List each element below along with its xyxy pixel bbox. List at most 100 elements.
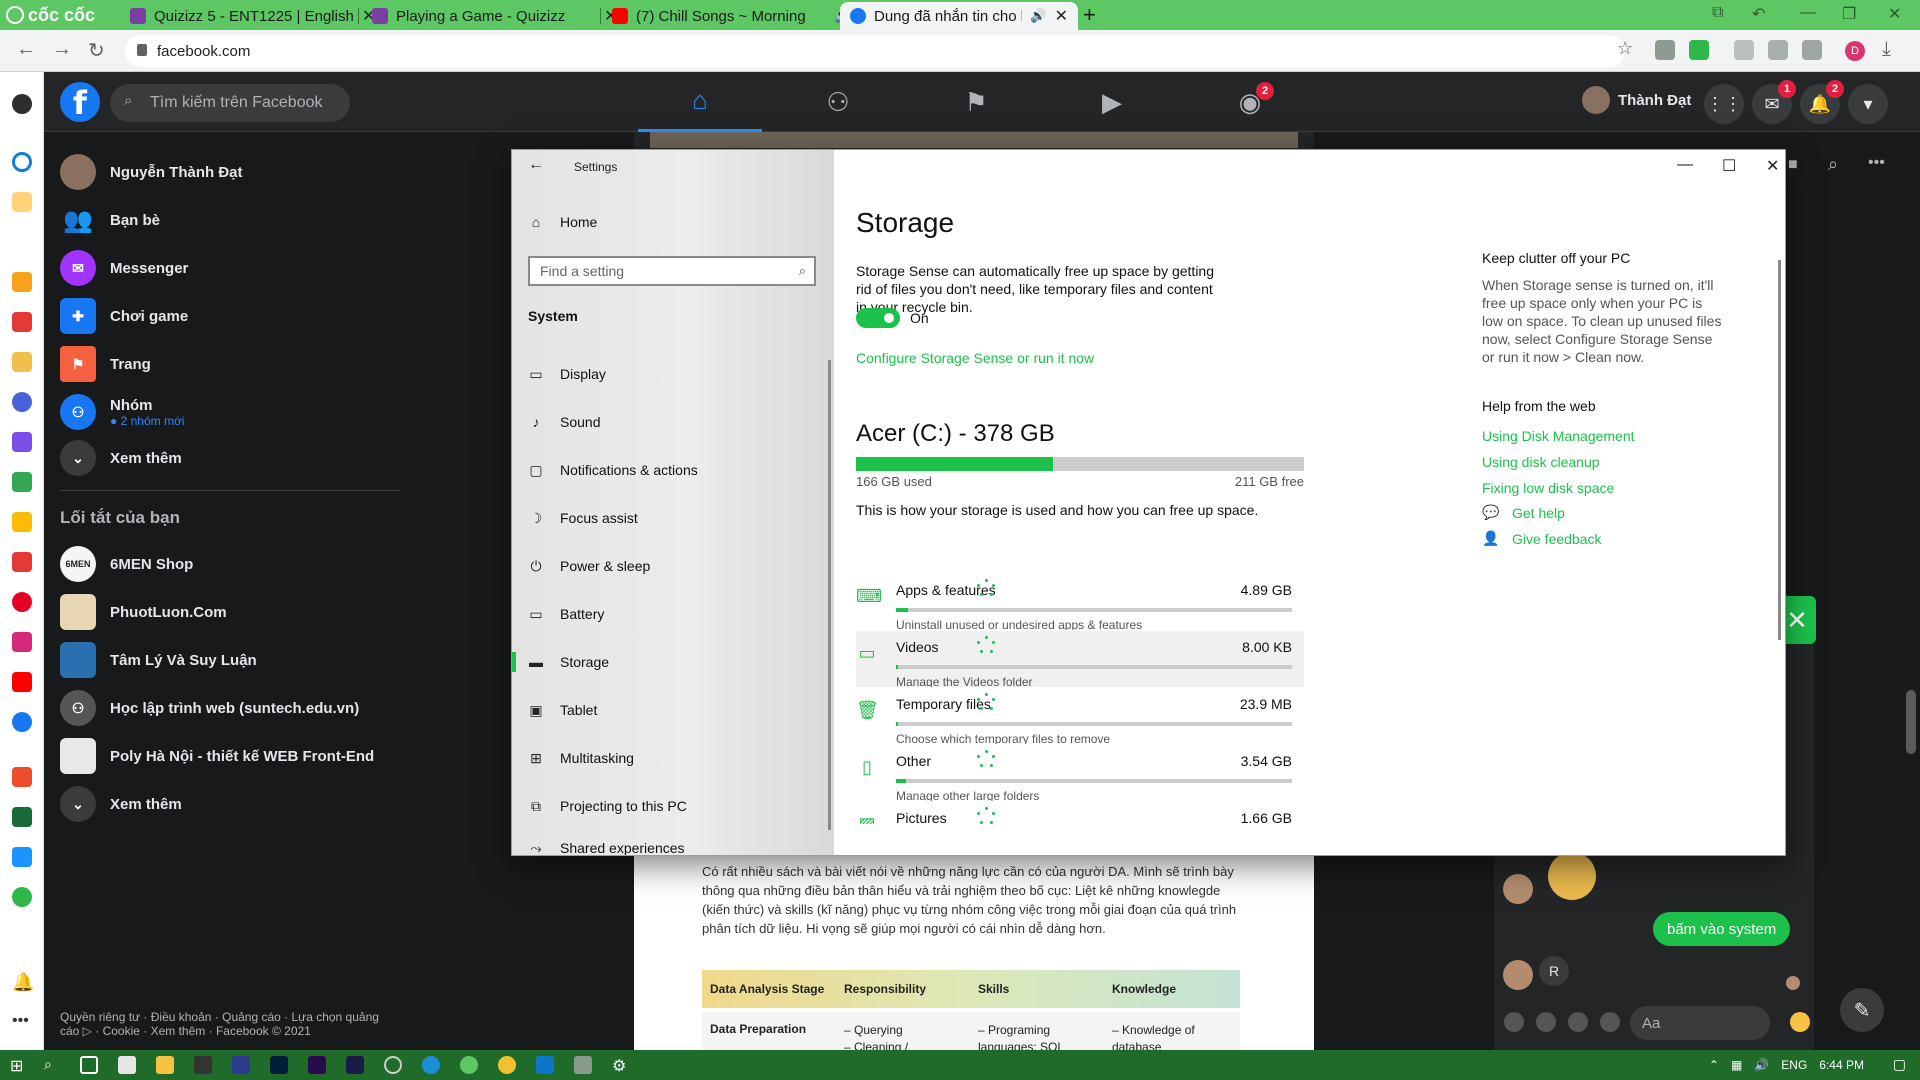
nav-multitasking[interactable]: ⊞ Multitasking — [528, 746, 634, 770]
profile-avatar[interactable]: D — [1845, 41, 1865, 61]
app-icon[interactable] — [574, 1056, 592, 1074]
app-icon[interactable] — [12, 392, 32, 412]
cast-icon[interactable] — [1734, 40, 1754, 60]
store-icon[interactable] — [118, 1056, 136, 1074]
disk-management-link[interactable]: Using Disk Management — [1482, 428, 1722, 444]
sidebar-item-games[interactable]: ✚ Chơi game — [60, 294, 188, 338]
get-help-link[interactable]: 💬 Get help — [1482, 504, 1565, 521]
browser-logo[interactable]: cốc cốc — [6, 4, 95, 26]
app-icon[interactable] — [12, 432, 32, 452]
video-call-icon[interactable]: ■ — [1788, 156, 1798, 174]
tab-quizizz-ent[interactable]: Quizizz 5 - ENT1225 | English ✕ — [120, 2, 385, 30]
facebook-search-input[interactable]: ⌕ Tìm kiếm trên Facebook — [110, 84, 350, 122]
gmail-icon[interactable] — [12, 312, 32, 332]
nav-power-sleep[interactable]: ⏻ Power & sleep — [528, 554, 650, 578]
sidebar-item-messenger[interactable]: ✉ Messenger — [60, 246, 188, 290]
language-indicator[interactable]: ENG — [1781, 1058, 1807, 1072]
storage-category[interactable]: ▯ Other 3.54 GB Manage other large folders — [856, 745, 1304, 801]
bell-icon[interactable]: 🔔 — [12, 972, 34, 992]
vtv-icon[interactable] — [12, 807, 32, 827]
shortcuts-see-more[interactable]: ⌄ Xem thêm — [60, 782, 182, 826]
find-setting-input[interactable]: Find a setting ⌕ — [528, 256, 816, 286]
facebook-logo[interactable]: f — [60, 82, 100, 122]
disk-cleanup-link[interactable]: Using disk cleanup — [1482, 454, 1722, 470]
more-options-icon[interactable]: ••• — [1868, 154, 1885, 172]
app-icon[interactable] — [12, 192, 32, 212]
storage-category[interactable]: 🗑 Temporary files 23.9 MB Choose which temp… — [856, 688, 1304, 744]
premiere-icon[interactable] — [308, 1056, 326, 1074]
home-nav-icon[interactable]: ⌂ — [638, 72, 762, 132]
task-view-icon[interactable] — [80, 1056, 98, 1074]
chevron-up-icon[interactable]: ⌃ — [1709, 1058, 1719, 1072]
facebook-icon[interactable] — [12, 712, 32, 732]
app-icon[interactable] — [194, 1056, 212, 1074]
shopee-icon[interactable] — [12, 767, 32, 787]
back-arrow-icon[interactable]: ← — [528, 156, 544, 174]
downloads-icon[interactable]: ⤓ — [1882, 38, 1891, 61]
pages-nav-icon[interactable]: ⚑ — [914, 72, 1038, 132]
nav-focus-assist[interactable]: ☽ Focus assist — [528, 506, 638, 530]
footer-links[interactable]: Quyền riêng tư · Điều khoản · Quảng cáo … — [60, 1010, 390, 1038]
maximize-button[interactable]: ☐ — [1722, 156, 1736, 176]
bookmark-star-icon[interactable]: ☆ — [1617, 38, 1633, 59]
give-feedback-link[interactable]: 👤 Give feedback — [1482, 530, 1602, 547]
search-icon[interactable]: ⌕ — [1828, 154, 1838, 175]
sidebar-item-groups[interactable]: ⚇ Nhóm ● 2 nhóm mới — [60, 390, 184, 434]
pinterest-icon[interactable] — [12, 592, 32, 612]
nav-shared-experiences[interactable]: ⤳ Shared experiences — [528, 840, 684, 855]
sidebar-item-pages[interactable]: ⚑ Trang — [60, 342, 151, 386]
nav-projecting[interactable]: ⧉ Projecting to this PC — [528, 794, 687, 818]
sidebar-see-more[interactable]: ⌄ Xem thêm — [60, 436, 182, 480]
volume-icon[interactable]: 🔊 — [1754, 1058, 1769, 1072]
tab-facebook[interactable]: Dung đã nhắn tin cho bạn 🔊 ✕ — [840, 2, 1078, 30]
sticker-icon[interactable] — [1568, 1012, 1588, 1032]
photoshop-icon[interactable] — [270, 1056, 288, 1074]
nav-notifications[interactable]: ▢ Notifications & actions — [528, 458, 697, 482]
storage-sense-toggle[interactable] — [856, 308, 900, 328]
nav-home[interactable]: ⌂ Home — [528, 210, 598, 234]
vscode-icon[interactable] — [536, 1056, 554, 1074]
minimize-button[interactable]: — — [1677, 156, 1693, 174]
maximize-button[interactable]: ❐ — [1842, 4, 1856, 24]
new-tab-button[interactable]: + — [1083, 2, 1096, 28]
configure-storage-sense-link[interactable]: Configure Storage Sense or run it now — [856, 350, 1094, 366]
app-icon[interactable] — [384, 1056, 402, 1074]
notification-center-icon[interactable]: ▢ — [1893, 1056, 1906, 1073]
storage-category[interactable]: ▨ Pictures 1.66 GB — [856, 802, 1304, 824]
close-icon[interactable]: ✕ — [1055, 6, 1068, 26]
chat-message-input[interactable]: Aa — [1630, 1006, 1770, 1040]
app-icon[interactable] — [12, 352, 32, 372]
nav-sound[interactable]: ♪ Sound — [528, 410, 601, 434]
chrome-icon[interactable] — [498, 1056, 516, 1074]
new-message-button[interactable]: ✎ — [1840, 988, 1884, 1032]
speaker-icon[interactable]: 🔊 — [1030, 8, 1046, 24]
clock[interactable]: 6:44 PM — [1819, 1058, 1864, 1072]
sliders-icon[interactable] — [1802, 40, 1822, 60]
groups-nav-icon[interactable]: ◉ — [1188, 72, 1312, 132]
youtube-icon[interactable] — [12, 672, 32, 692]
scrollbar[interactable] — [1906, 690, 1916, 754]
menu-grid-icon[interactable]: ⋮⋮ — [1704, 84, 1744, 124]
nav-battery[interactable]: ▭ Battery — [528, 602, 604, 626]
shortcut-phuotluon[interactable]: PhuotLuon.Com — [60, 590, 227, 634]
windows-start-icon[interactable]: ⊞ — [10, 1056, 28, 1075]
shortcut-suntech[interactable]: ⚇ Học lập trình web (suntech.edu.vn) — [60, 686, 359, 730]
instagram-icon[interactable] — [12, 632, 32, 652]
address-bar[interactable]: facebook.com — [125, 35, 1625, 67]
settings-gear-icon[interactable] — [12, 94, 32, 114]
profile-shortcut[interactable]: Thành Đạt — [1582, 86, 1691, 114]
puzzle-icon[interactable] — [1768, 40, 1788, 60]
plus-icon[interactable] — [1504, 1012, 1524, 1032]
more-icon[interactable]: ••• — [12, 1012, 32, 1032]
download-icon[interactable] — [1689, 40, 1709, 60]
back-icon[interactable]: ← — [16, 38, 36, 61]
nav-display[interactable]: ▭ Display — [528, 362, 606, 386]
tab-quizizz-game[interactable]: Playing a Game - Quizizz ✕ — [362, 2, 627, 30]
back-history-icon[interactable]: ↶ — [1752, 4, 1765, 24]
drive-icon[interactable] — [12, 472, 32, 492]
shortcut-6men[interactable]: 6MEN 6MEN Shop — [60, 542, 193, 586]
friends-nav-icon[interactable]: ⚇ — [776, 72, 900, 132]
scrollbar[interactable] — [1778, 260, 1781, 640]
shortcut-poly[interactable]: Poly Hà Nội - thiết kế WEB Front-End — [60, 734, 374, 778]
app-icon[interactable] — [12, 887, 32, 907]
